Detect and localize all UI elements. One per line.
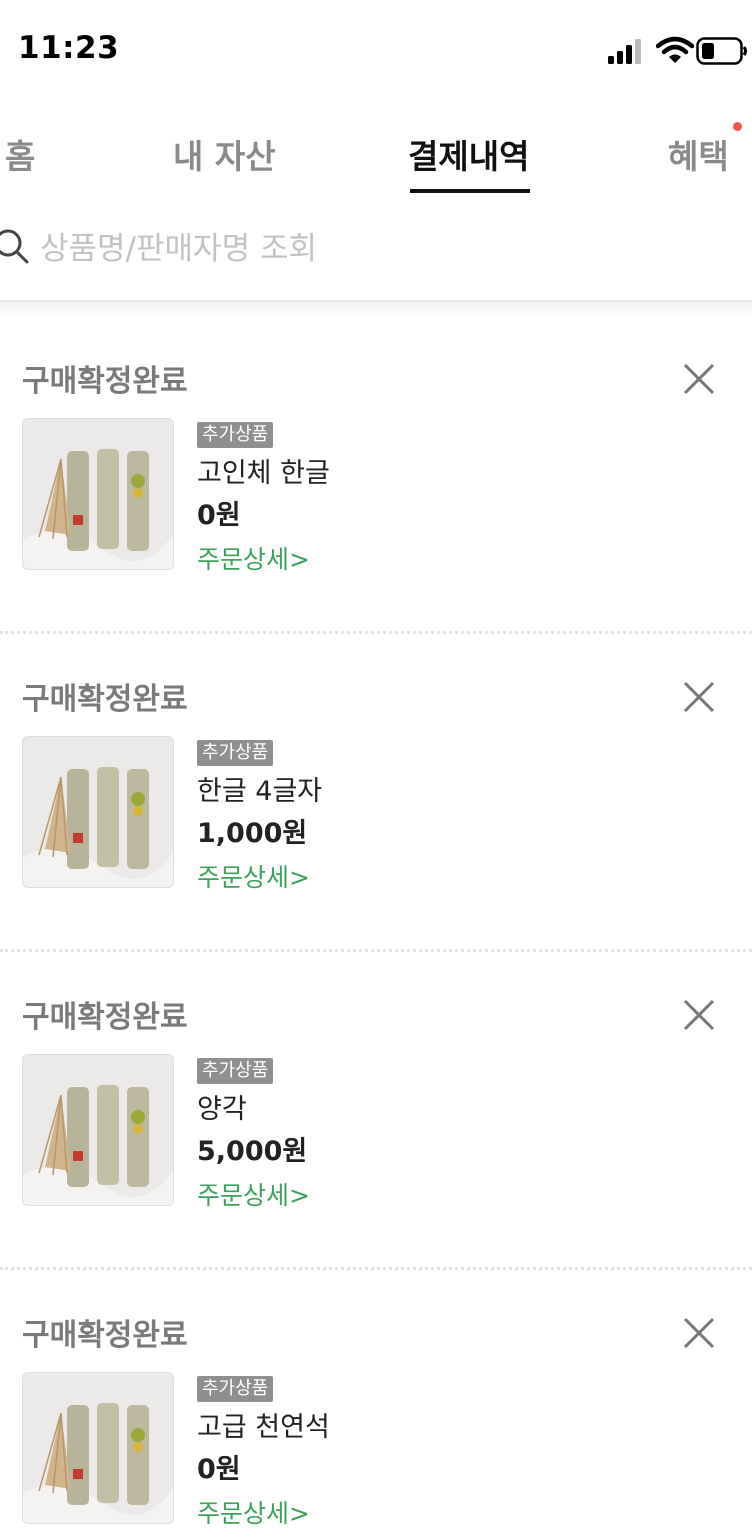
wifi-icon: [656, 36, 694, 63]
product-name: 한글 4글자: [197, 776, 323, 807]
status-bar: 11:23: [0, 0, 752, 100]
product-image: [23, 1373, 173, 1523]
order-status: 구매확정완료: [22, 1000, 188, 1035]
close-icon[interactable]: [682, 998, 716, 1032]
order-card: 구매확정완료 추가상품 양각 5,000원 주문상세>: [0, 954, 752, 1270]
status-time: 11:23: [18, 30, 120, 66]
search-input[interactable]: [40, 223, 720, 275]
product-image: [23, 419, 173, 569]
close-icon[interactable]: [682, 680, 716, 714]
notification-dot: [733, 122, 742, 131]
additional-product-badge: 추가상품: [197, 422, 274, 448]
search-icon[interactable]: [0, 229, 30, 265]
additional-product-badge: 추가상품: [197, 1058, 274, 1084]
battery-icon: [696, 37, 747, 65]
product-name: 고급 천연석: [197, 1412, 330, 1443]
tab-benefits[interactable]: 혜택: [668, 130, 729, 178]
order-status: 구매확정완료: [22, 364, 188, 399]
product-thumbnail[interactable]: [22, 1054, 174, 1206]
product-price: 0원: [197, 500, 241, 531]
order-detail-link[interactable]: 주문상세>: [197, 1494, 310, 1530]
product-price: 0원: [197, 1454, 241, 1485]
card-divider: [0, 1267, 752, 1270]
order-status: 구매확정완료: [22, 682, 188, 717]
order-card: 구매확정완료 추가상품 고급 천연석 0원 주문상세>: [0, 1272, 752, 1539]
product-image: [23, 1055, 173, 1205]
top-tab-bar: 홈 내 자산 결제내역 혜택: [0, 100, 752, 200]
order-card: 구매확정완료 추가상품 한글 4글자 1,000원 주문상세>: [0, 636, 752, 952]
close-icon[interactable]: [682, 362, 716, 396]
product-image: [23, 737, 173, 887]
product-name: 양각: [197, 1094, 247, 1125]
additional-product-badge: 추가상품: [197, 740, 274, 766]
cellular-signal-icon: [608, 39, 641, 64]
additional-product-badge: 추가상품: [197, 1376, 274, 1402]
list-top-shadow: [0, 302, 752, 318]
card-divider: [0, 631, 752, 634]
product-thumbnail[interactable]: [22, 1372, 174, 1524]
order-detail-link[interactable]: 주문상세>: [197, 858, 310, 894]
tab-home[interactable]: 홈: [5, 130, 35, 178]
product-price: 5,000원: [197, 1136, 308, 1167]
product-name: 고인체 한글: [197, 458, 330, 489]
close-icon[interactable]: [682, 1316, 716, 1350]
tab-my-assets[interactable]: 내 자산: [173, 130, 276, 178]
product-thumbnail[interactable]: [22, 418, 174, 570]
order-card: 구매확정완료 추가상품 고인체 한글 0원 주문상세>: [0, 318, 752, 634]
order-detail-link[interactable]: 주문상세>: [197, 1176, 310, 1212]
tab-payment-history[interactable]: 결제내역: [408, 130, 529, 178]
active-tab-indicator: [410, 189, 530, 193]
order-status: 구매확정완료: [22, 1318, 188, 1353]
order-detail-link[interactable]: 주문상세>: [197, 540, 310, 576]
product-price: 1,000원: [197, 818, 308, 849]
product-thumbnail[interactable]: [22, 736, 174, 888]
search-bar: [0, 205, 752, 302]
card-divider: [0, 949, 752, 952]
